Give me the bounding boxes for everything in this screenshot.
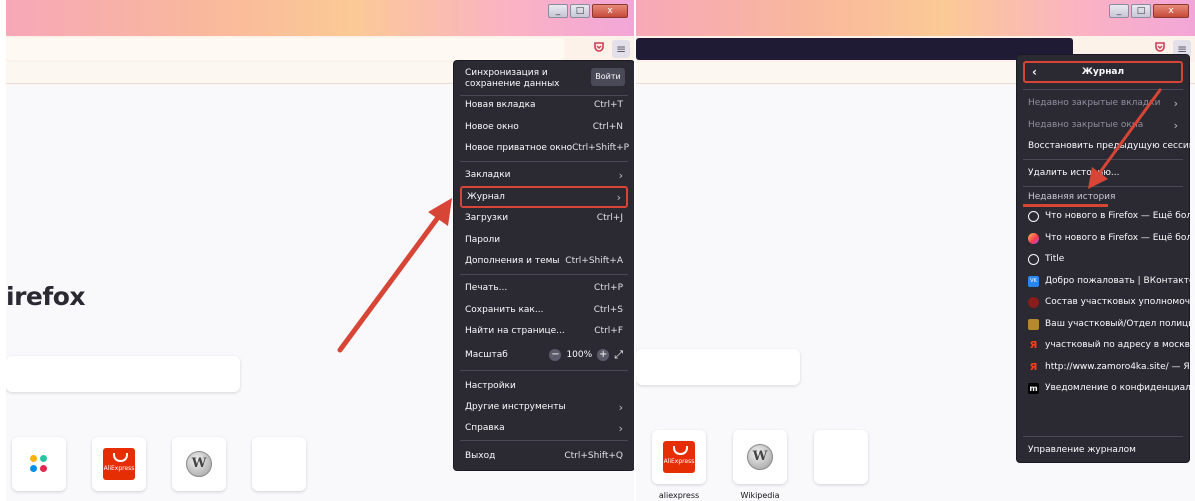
chevron-right-icon: › xyxy=(1173,96,1178,110)
search-input[interactable] xyxy=(636,349,800,385)
menu-item-recently-closed-tabs[interactable]: Недавно закрытые вкладки › xyxy=(1023,94,1183,112)
menu-item-restore-session[interactable]: Восстановить предыдущую сессию xyxy=(1023,137,1195,155)
menu-divider xyxy=(1023,436,1183,437)
shortcut-tile-wikipedia[interactable]: W xyxy=(172,437,226,491)
vk-icon: VK xyxy=(1028,275,1039,287)
shortcut-tile-wikipedia[interactable]: W xyxy=(733,430,787,484)
history-entry[interactable]: Состав участковых уполномоченных... xyxy=(1023,293,1195,311)
tile-label: aliexpress xyxy=(658,491,700,500)
window-titlebar: _ □ x xyxy=(6,0,634,36)
history-entry[interactable]: Title xyxy=(1023,250,1183,268)
history-entry[interactable]: VK Добро пожаловать | ВКонтакте xyxy=(1023,272,1195,290)
search-input[interactable] xyxy=(6,356,240,392)
menu-item-manage-history[interactable]: Управление журналом xyxy=(1023,441,1183,459)
url-bar[interactable] xyxy=(6,38,564,60)
globe-icon xyxy=(1028,210,1039,222)
yandex-icon: Я xyxy=(1029,361,1038,373)
maximize-button[interactable]: □ xyxy=(1131,4,1151,18)
chevron-left-icon[interactable]: ‹ xyxy=(1032,65,1037,79)
history-entry[interactable]: Что нового в Firefox — Ещё больше ... xyxy=(1023,207,1195,225)
window-titlebar: _ □ x xyxy=(636,0,1195,36)
pocket-icon[interactable] xyxy=(590,40,608,58)
menu-item-new-private-window[interactable]: Новое приватное окно Ctrl+Shift+P xyxy=(460,139,629,157)
url-bar[interactable] xyxy=(636,38,1073,60)
window-controls: _ □ x xyxy=(548,4,628,18)
menu-divider xyxy=(460,440,628,441)
menu-item-more-tools[interactable]: Другие инструменты › xyxy=(460,398,628,416)
history-panel: ‹ Журнал Недавно закрытые вкладки › Недав… xyxy=(1016,54,1195,463)
history-entry[interactable]: Что нового в Firefox — Ещё больше ... xyxy=(1023,229,1195,247)
menu-item-print[interactable]: Печать... Ctrl+P xyxy=(460,279,628,297)
left-screenshot: _ □ x ≡ irefox AliExpress W Синхронизаци… xyxy=(6,0,634,501)
shortcut-tile-aliexpress[interactable]: AliExpress xyxy=(652,430,706,484)
shortcut-tile-empty[interactable] xyxy=(814,430,868,484)
shortcut-tile-empty[interactable] xyxy=(252,437,306,491)
menu-item-downloads[interactable]: Загрузки Ctrl+J xyxy=(460,209,628,227)
history-panel-header[interactable]: ‹ Журнал xyxy=(1023,61,1183,83)
firefox-brand-text: irefox xyxy=(6,282,86,311)
menu-item-exit[interactable]: Выход Ctrl+Shift+Q xyxy=(460,447,628,465)
right-screenshot: _ □ x ≡ AliExpress aliexpress W Wikipedi… xyxy=(636,0,1195,501)
zoom-in-button[interactable]: + xyxy=(597,349,610,361)
emblem-icon xyxy=(1028,318,1039,330)
menu-item-find-in-page[interactable]: Найти на странице... Ctrl+F xyxy=(460,322,628,340)
fullscreen-icon[interactable]: ⤢ xyxy=(614,348,623,362)
zoom-controls: − 100% + ⤢ xyxy=(549,348,623,362)
close-button[interactable]: x xyxy=(1153,4,1189,18)
shortcut-tile-1[interactable] xyxy=(12,437,66,491)
minimize-button[interactable]: _ xyxy=(548,4,568,18)
menu-divider xyxy=(1023,159,1183,160)
menu-item-addons-themes[interactable]: Дополнения и темы Ctrl+Shift+A xyxy=(460,252,628,270)
menu-item-passwords[interactable]: Пароли xyxy=(460,231,628,249)
menu-divider xyxy=(1023,186,1183,187)
globe-icon xyxy=(1028,253,1039,265)
chevron-right-icon: › xyxy=(616,190,621,204)
close-button[interactable]: x xyxy=(592,4,628,18)
menu-divider xyxy=(460,370,628,371)
wikipedia-icon: W xyxy=(747,444,773,470)
menu-item-settings[interactable]: Настройки xyxy=(460,377,628,395)
history-entry[interactable]: Яучастковый по адресу в москве — Я... xyxy=(1023,336,1195,354)
history-entry[interactable]: Ваш участковый/Отдел полиции xyxy=(1023,315,1195,333)
tile-label: Wikipedia xyxy=(740,491,780,500)
history-panel-title: Журнал xyxy=(1081,67,1125,77)
menu-item-clear-history[interactable]: Удалить историю... xyxy=(1023,164,1183,182)
toolbar: ≡ xyxy=(6,36,634,62)
chevron-right-icon: › xyxy=(1173,118,1178,132)
menu-item-zoom: Масштаб − 100% + ⤢ xyxy=(465,348,623,362)
menu-divider xyxy=(1023,89,1183,90)
wikipedia-icon: W xyxy=(186,451,212,477)
firefox-icon xyxy=(1028,232,1039,244)
yandex-icon: Я xyxy=(1029,339,1038,351)
menu-item-recently-closed-windows[interactable]: Недавно закрытые окна › xyxy=(1023,116,1183,134)
dots-icon xyxy=(30,455,50,475)
menu-item-bookmarks[interactable]: Закладки › xyxy=(460,166,628,184)
menu-item-new-window[interactable]: Новое окно Ctrl+N xyxy=(460,118,628,136)
menu-item-history[interactable]: Журнал › xyxy=(460,186,628,208)
aliexpress-icon: AliExpress xyxy=(663,441,695,473)
menu-item-save-as[interactable]: Сохранить как... Ctrl+S xyxy=(460,301,628,319)
minimize-button[interactable]: _ xyxy=(1109,4,1129,18)
menu-divider xyxy=(460,274,628,275)
chevron-right-icon: › xyxy=(618,400,623,414)
shortcut-tile-aliexpress[interactable]: AliExpress xyxy=(92,437,146,491)
m-icon: m xyxy=(1028,382,1039,394)
history-entry[interactable]: Яhttp://www.zamoro4ka.site/ — Яндекс... xyxy=(1023,358,1195,376)
zoom-out-button[interactable]: − xyxy=(549,349,562,361)
chevron-right-icon: › xyxy=(618,421,623,435)
zoom-level[interactable]: 100% xyxy=(566,350,592,360)
window-controls: _ □ x xyxy=(1109,4,1189,18)
menu-item-help[interactable]: Справка › xyxy=(460,419,628,437)
app-menu-panel: Синхронизация и сохранение данных Войти … xyxy=(453,60,634,471)
menu-divider xyxy=(460,161,628,162)
emblem-icon xyxy=(1028,296,1039,308)
maximize-button[interactable]: □ xyxy=(570,4,590,18)
chevron-right-icon: › xyxy=(618,168,623,182)
history-entry[interactable]: mУведомление о конфиденциальност... xyxy=(1023,379,1195,397)
signin-button[interactable]: Войти xyxy=(591,68,625,86)
aliexpress-icon: AliExpress xyxy=(103,448,135,480)
hamburger-menu-icon[interactable]: ≡ xyxy=(612,40,630,58)
menu-item-new-tab[interactable]: Новая вкладка Ctrl+T xyxy=(460,96,628,114)
sync-text: Синхронизация и сохранение данных xyxy=(465,68,560,89)
